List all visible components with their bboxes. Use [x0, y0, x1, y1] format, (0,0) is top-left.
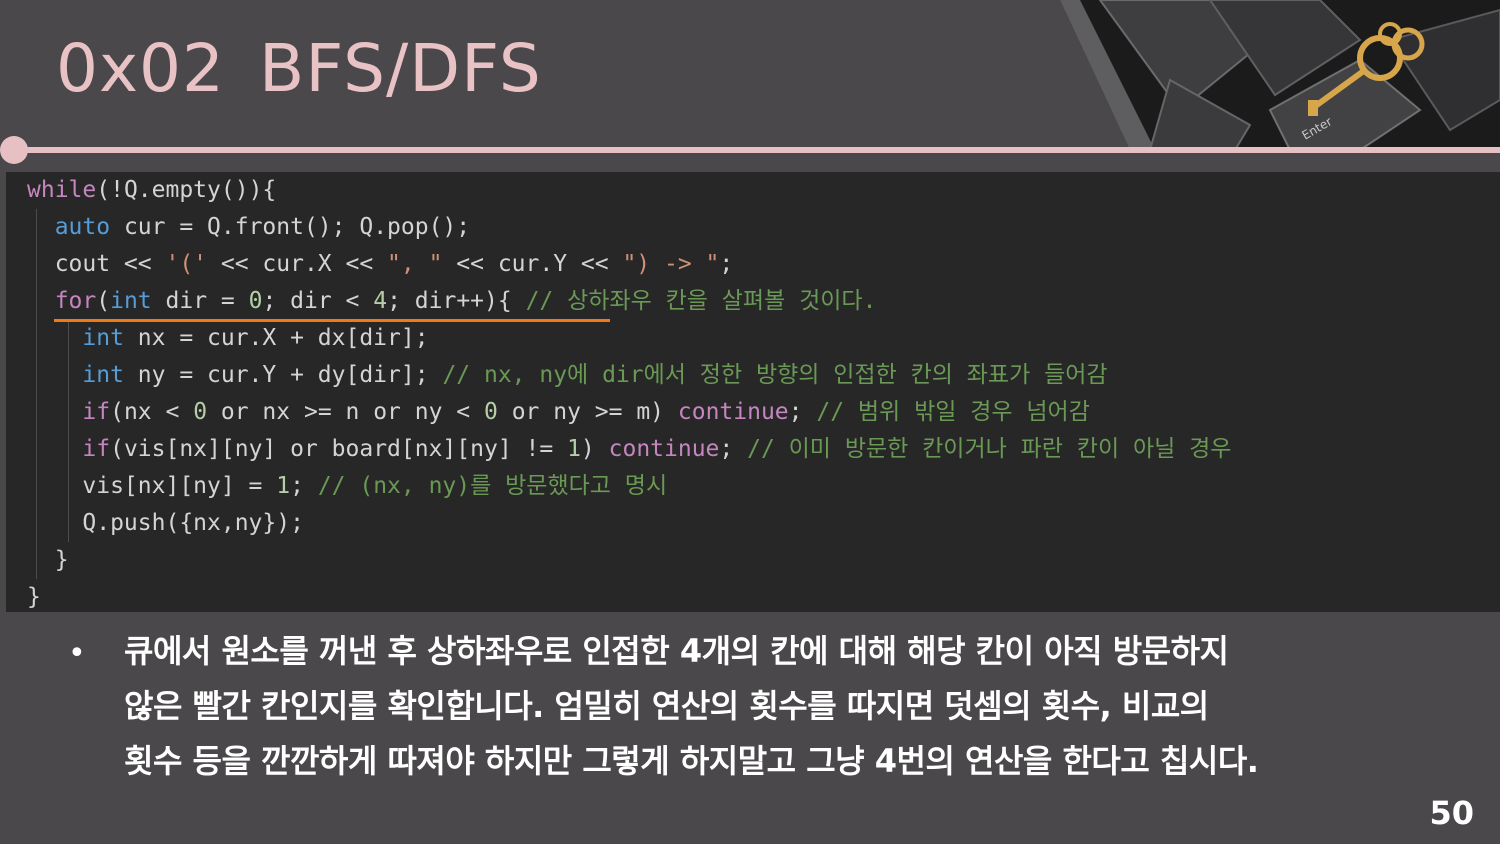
explanation-line: 횟수 등을 깐깐하게 따져야 하지만 그렇게 하지말고 그냥 4번의 연산을 한… — [124, 742, 1259, 780]
explanation-line: 않은 빨간 칸인지를 확인합니다. 엄밀히 연산의 횟수를 따지면 덧셈의 횟수… — [124, 687, 1209, 725]
explanation-line: 큐에서 원소를 꺼낸 후 상하좌우로 인접한 4개의 칸에 대해 해당 칸이 아… — [124, 632, 1229, 670]
explanation-paragraph: 큐에서 원소를 꺼낸 후 상하좌우로 인접한 4개의 칸에 대해 해당 칸이 아… — [124, 624, 1454, 789]
slide-title-text: BFS/DFS — [259, 30, 542, 107]
title-divider-dot — [0, 136, 28, 164]
code-lines: while(!Q.empty()){ auto cur = Q.front();… — [6, 172, 1500, 612]
code-line: auto cur = Q.front(); Q.pop(); — [54, 214, 471, 240]
code-line: } — [27, 547, 69, 573]
title-divider-line — [14, 147, 1500, 153]
slide-title-code: 0x02 — [56, 30, 226, 107]
code-line: Q.push({nx,ny}); — [27, 510, 304, 536]
page-number: 50 — [1429, 794, 1474, 832]
keyboard-key-image: Enter — [1060, 0, 1500, 150]
code-line: while(!Q.empty()){ — [27, 177, 277, 203]
code-line: int nx = cur.X + dx[dir]; — [82, 325, 429, 351]
for-loop-highlight-underline — [54, 319, 610, 322]
slide-title: 0x02 BFS/DFS — [56, 30, 542, 107]
code-line: for(int dir = 0; dir < 4; dir++){ // 상하좌… — [54, 288, 877, 314]
code-line: if(nx < 0 or nx >= n or ny < 0 or ny >= … — [82, 399, 1090, 425]
code-line: vis[nx][ny] = 1; // (nx, ny)를 방문했다고 명시 — [27, 473, 668, 499]
code-line: if(vis[nx][ny] or board[nx][ny] != 1) co… — [82, 436, 1232, 462]
code-panel: while(!Q.empty()){ auto cur = Q.front();… — [6, 172, 1500, 612]
code-line: int ny = cur.Y + dy[dir]; // nx, ny에 dir… — [82, 362, 1108, 388]
bullet-icon: • — [68, 636, 86, 671]
code-line: } — [27, 584, 41, 610]
code-line: cout << '(' << cur.X << ", " << cur.Y <<… — [27, 251, 734, 277]
